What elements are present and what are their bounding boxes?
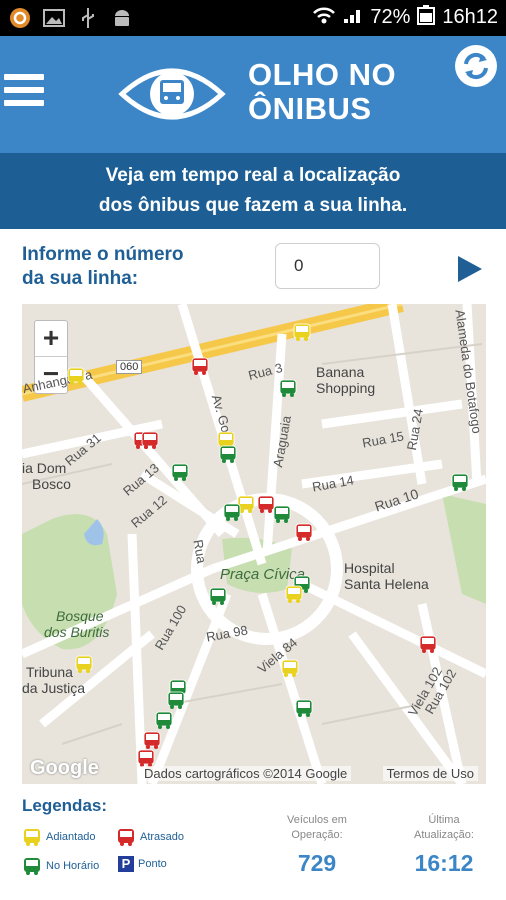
map-attribution: Dados cartográficos ©2014 Google	[140, 766, 352, 781]
vehicles-in-operation: Veículos em Operação: 729	[272, 813, 362, 875]
bus-marker-icon[interactable]	[140, 430, 160, 450]
wifi-icon	[312, 5, 336, 30]
status-bar: 72% 16h12	[0, 0, 506, 36]
vehicles-count: 729	[297, 850, 337, 876]
bus-stop-icon: P	[118, 856, 134, 872]
bus-marker-icon[interactable]	[280, 658, 300, 678]
bus-marker-icon[interactable]	[294, 698, 314, 718]
bus-marker-icon[interactable]	[272, 504, 292, 524]
bus-map[interactable]: + − Banana Shopping Praça Cívica Hospita…	[22, 304, 486, 784]
bus-marker-icon[interactable]	[278, 378, 298, 398]
bus-marker-icon[interactable]	[142, 730, 162, 750]
bus-marker-icon[interactable]	[222, 502, 242, 522]
app-name: OLHO NO ÔNIBUS	[248, 58, 396, 126]
legend-adiantado: Adiantado	[22, 827, 96, 847]
legend-ponto-label: Ponto	[138, 858, 167, 870]
map-label: Tribuna	[26, 664, 73, 680]
menu-icon[interactable]	[4, 74, 44, 110]
tagline-banner: Veja em tempo real a localização dos ôni…	[0, 153, 506, 229]
update-label-2: Atualização:	[414, 829, 474, 841]
legend-no-horario-label: No Horário	[46, 860, 100, 872]
map-label: Banana	[316, 364, 365, 380]
legend-atrasado-label: Atrasado	[140, 831, 185, 843]
search-go-button[interactable]	[458, 256, 482, 282]
legend-no-horario: No Horário	[22, 856, 99, 876]
bus-marker-icon[interactable]	[294, 522, 314, 542]
bus-red-icon	[118, 829, 134, 846]
legend-atrasado: Atrasado	[116, 827, 184, 847]
legend-adiantado-label: Adiantado	[46, 831, 96, 843]
map-label: dos Buritis	[44, 624, 110, 640]
tagline-line2: dos ônibus que fazem a sua linha.	[98, 195, 408, 216]
map-label: Bosco	[32, 476, 71, 492]
map-label: Santa Helena	[344, 576, 429, 592]
app-name-line2: ÔNIBUS	[248, 91, 372, 126]
line-number-label-2: da sua linha:	[22, 268, 139, 289]
bus-marker-icon[interactable]	[284, 584, 304, 604]
bus-marker-icon[interactable]	[218, 444, 238, 464]
signal-icon	[342, 5, 364, 30]
vehicles-label-1: Veículos em	[287, 814, 347, 826]
clock: 16h12	[442, 6, 498, 28]
bus-marker-icon[interactable]	[154, 710, 174, 730]
bus-green-icon	[24, 858, 40, 875]
map-label: Shopping	[316, 380, 376, 396]
bus-marker-icon[interactable]	[208, 586, 228, 606]
map-road-shield: 060	[116, 360, 143, 374]
zoom-in-button[interactable]: +	[35, 321, 67, 357]
bus-marker-icon[interactable]	[166, 690, 186, 710]
line-number-label: Informe o número da sua linha:	[22, 243, 222, 291]
vehicles-label-2: Operação:	[291, 829, 343, 841]
app-name-line1: OLHO NO	[248, 57, 397, 92]
map-attribution-bar: Google Dados cartográficos ©2014 Google …	[22, 757, 486, 784]
bus-marker-icon[interactable]	[190, 356, 210, 376]
legend-ponto: P Ponto	[118, 856, 167, 872]
terms-of-use-link[interactable]: Termos de Uso	[382, 766, 478, 781]
app-notification-icon	[8, 6, 32, 30]
line-search-form: Informe o número da sua linha:	[0, 229, 506, 301]
bus-marker-icon[interactable]	[66, 366, 86, 386]
map-label: ia Dom	[22, 460, 67, 476]
android-icon	[110, 6, 134, 30]
map-label: Bosque	[56, 608, 104, 624]
map-label: da Justiça	[22, 680, 86, 696]
bus-marker-icon[interactable]	[292, 322, 312, 342]
bus-marker-icon[interactable]	[418, 634, 438, 654]
bus-marker-icon[interactable]	[170, 462, 190, 482]
line-number-input[interactable]	[275, 243, 380, 289]
refresh-icon[interactable]	[454, 44, 498, 88]
app-header: OLHO NO ÔNIBUS	[0, 36, 506, 153]
line-number-label-1: Informe o número	[22, 244, 184, 265]
map-label: Hospital	[344, 560, 395, 576]
battery-percent: 72%	[370, 6, 411, 28]
bus-marker-icon[interactable]	[450, 472, 470, 492]
battery-icon	[416, 4, 436, 31]
legend-title: Legendas:	[22, 796, 108, 815]
last-update: Última Atualização: 16:12	[396, 813, 492, 875]
update-label-1: Última	[428, 814, 460, 826]
eye-bus-logo-icon	[118, 68, 226, 120]
google-logo: Google	[30, 757, 99, 779]
usb-icon	[76, 6, 100, 30]
update-time: 16:12	[414, 850, 474, 876]
bus-yellow-icon	[24, 829, 40, 846]
gallery-icon	[42, 6, 66, 30]
bus-marker-icon[interactable]	[74, 654, 94, 674]
tagline-line1: Veja em tempo real a localização	[105, 165, 401, 186]
